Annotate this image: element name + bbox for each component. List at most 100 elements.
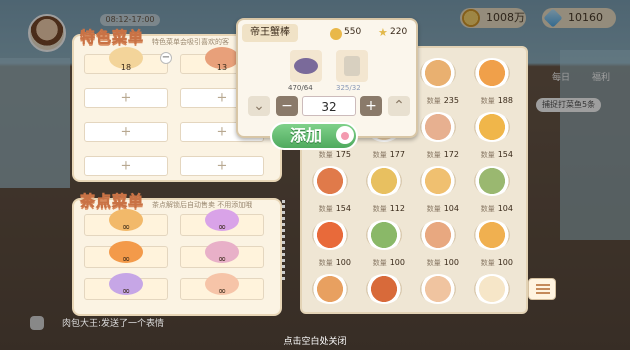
price-coins: 550 [344, 27, 362, 37]
star-icon: ★ [378, 26, 388, 39]
stock-value: 100 [497, 258, 513, 267]
dish-cell[interactable] [306, 270, 354, 324]
increase-max-button[interactable]: ⌃ [388, 96, 410, 116]
dish-icon [474, 166, 510, 196]
chat-icon[interactable] [30, 316, 44, 330]
stock-label: 数量 [372, 205, 387, 213]
dish-cell[interactable]: 数量 100 [414, 216, 462, 270]
stock-label: 数量 [480, 205, 495, 213]
dish-stock: 数量 100 [468, 258, 516, 268]
close-hint[interactable]: 点击空白处关闭 [0, 334, 630, 347]
special-slot[interactable]: + [180, 156, 264, 176]
special-menu-title: 特色菜单 [80, 28, 145, 47]
dish-icon [420, 220, 456, 250]
jar-icon [344, 56, 360, 76]
dish-cell[interactable] [414, 270, 462, 324]
stock-value: 104 [443, 204, 459, 213]
special-slot[interactable]: + [84, 122, 168, 142]
stock-value: 188 [497, 96, 513, 105]
dish-stock: 数量 154 [468, 150, 516, 160]
dish-icon [312, 274, 348, 304]
stock-label: 数量 [318, 151, 333, 159]
dish-icon [312, 166, 348, 196]
dessert-slot[interactable]: ∞ [84, 209, 168, 236]
dessert-slot[interactable]: ∞ [180, 241, 264, 268]
stock-label: 数量 [426, 97, 441, 105]
dish-stock: 数量 188 [468, 96, 516, 106]
stock-label: 数量 [318, 205, 333, 213]
special-slot[interactable]: + [84, 88, 168, 108]
decrease-max-button[interactable]: ⌄ [248, 96, 270, 116]
remove-button[interactable]: − [160, 52, 172, 64]
unlimited-mark: ∞ [217, 286, 227, 297]
dish-cell[interactable]: 数量 100 [360, 216, 408, 270]
stock-value: 154 [497, 150, 513, 159]
dessert-slot[interactable]: ∞ [180, 209, 264, 236]
add-slot-icon: + [216, 158, 228, 174]
dish-stock: 数量 100 [414, 258, 462, 268]
dish-icon [474, 220, 510, 250]
dish-cell[interactable]: 数量 154 [468, 108, 516, 162]
stock-label: 数量 [426, 259, 441, 267]
dish-cell[interactable]: 数量 100 [306, 216, 354, 270]
dish-cell[interactable]: 数量 172 [414, 108, 462, 162]
dish-stock: 数量 104 [468, 204, 516, 214]
stock-label: 数量 [480, 151, 495, 159]
dessert-slot[interactable]: ∞ [180, 273, 264, 300]
stock-label: 数量 [426, 205, 441, 213]
quantity-field[interactable]: 32 [302, 96, 356, 116]
dish-cell[interactable]: 数量 154 [306, 162, 354, 216]
slot-count: 18 [120, 63, 132, 72]
dish-cell[interactable]: 数量 112 [360, 162, 408, 216]
list-menu-button[interactable] [528, 278, 556, 300]
stock-value: 177 [389, 150, 405, 159]
chat-message[interactable]: 肉包大王:发送了一个表情 [62, 316, 302, 332]
stock-value: 100 [443, 258, 459, 267]
binder-rings [282, 200, 294, 280]
dish-cell[interactable] [360, 270, 408, 324]
dish-cell[interactable]: 数量 104 [468, 162, 516, 216]
ingredient-sauce [336, 50, 368, 82]
dish-icon [312, 220, 348, 250]
decrease-button[interactable]: − [276, 96, 298, 116]
stock-value: 154 [335, 204, 351, 213]
dish-name: 帝王蟹棒 [242, 24, 298, 42]
special-slot[interactable]: + [84, 156, 168, 176]
dish-stock: 数量 177 [360, 150, 408, 160]
stock-value: 175 [335, 150, 351, 159]
ingredient1-stock: 470/64 [288, 84, 313, 92]
paw-pad [341, 132, 349, 140]
dish-stock: 数量 100 [306, 258, 354, 268]
unlimited-mark: ∞ [121, 222, 131, 233]
dish-icon [366, 166, 402, 196]
coin-icon [330, 28, 342, 40]
add-slot-icon: + [120, 158, 132, 174]
stock-label: 数量 [318, 259, 333, 267]
ingredient-crab [290, 50, 322, 82]
dish-icon [420, 274, 456, 304]
increase-button[interactable]: + [360, 96, 382, 116]
dish-stock: 数量 172 [414, 150, 462, 160]
dessert-slot[interactable]: ∞ [84, 241, 168, 268]
stock-value: 235 [443, 96, 459, 105]
list-icon [536, 284, 550, 286]
unlimited-mark: ∞ [217, 222, 227, 233]
dish-cell[interactable] [468, 270, 516, 324]
dish-cell[interactable]: 数量 235 [414, 54, 462, 108]
dish-cell[interactable]: 数量 188 [468, 54, 516, 108]
stock-label: 数量 [480, 97, 495, 105]
stock-value: 100 [335, 258, 351, 267]
special-slot[interactable]: 18 [84, 47, 168, 74]
dish-icon [474, 112, 510, 142]
dish-icon [366, 274, 402, 304]
price-stars: 220 [390, 27, 408, 37]
add-slot-icon: + [120, 124, 132, 140]
dessert-slot[interactable]: ∞ [84, 273, 168, 300]
paw-icon [336, 126, 354, 144]
add-slot-icon: + [120, 90, 132, 106]
dish-icon [420, 166, 456, 196]
stock-value: 104 [497, 204, 513, 213]
dish-cell[interactable]: 数量 100 [468, 216, 516, 270]
dish-cell[interactable]: 数量 104 [414, 162, 462, 216]
unlimited-mark: ∞ [121, 254, 131, 265]
